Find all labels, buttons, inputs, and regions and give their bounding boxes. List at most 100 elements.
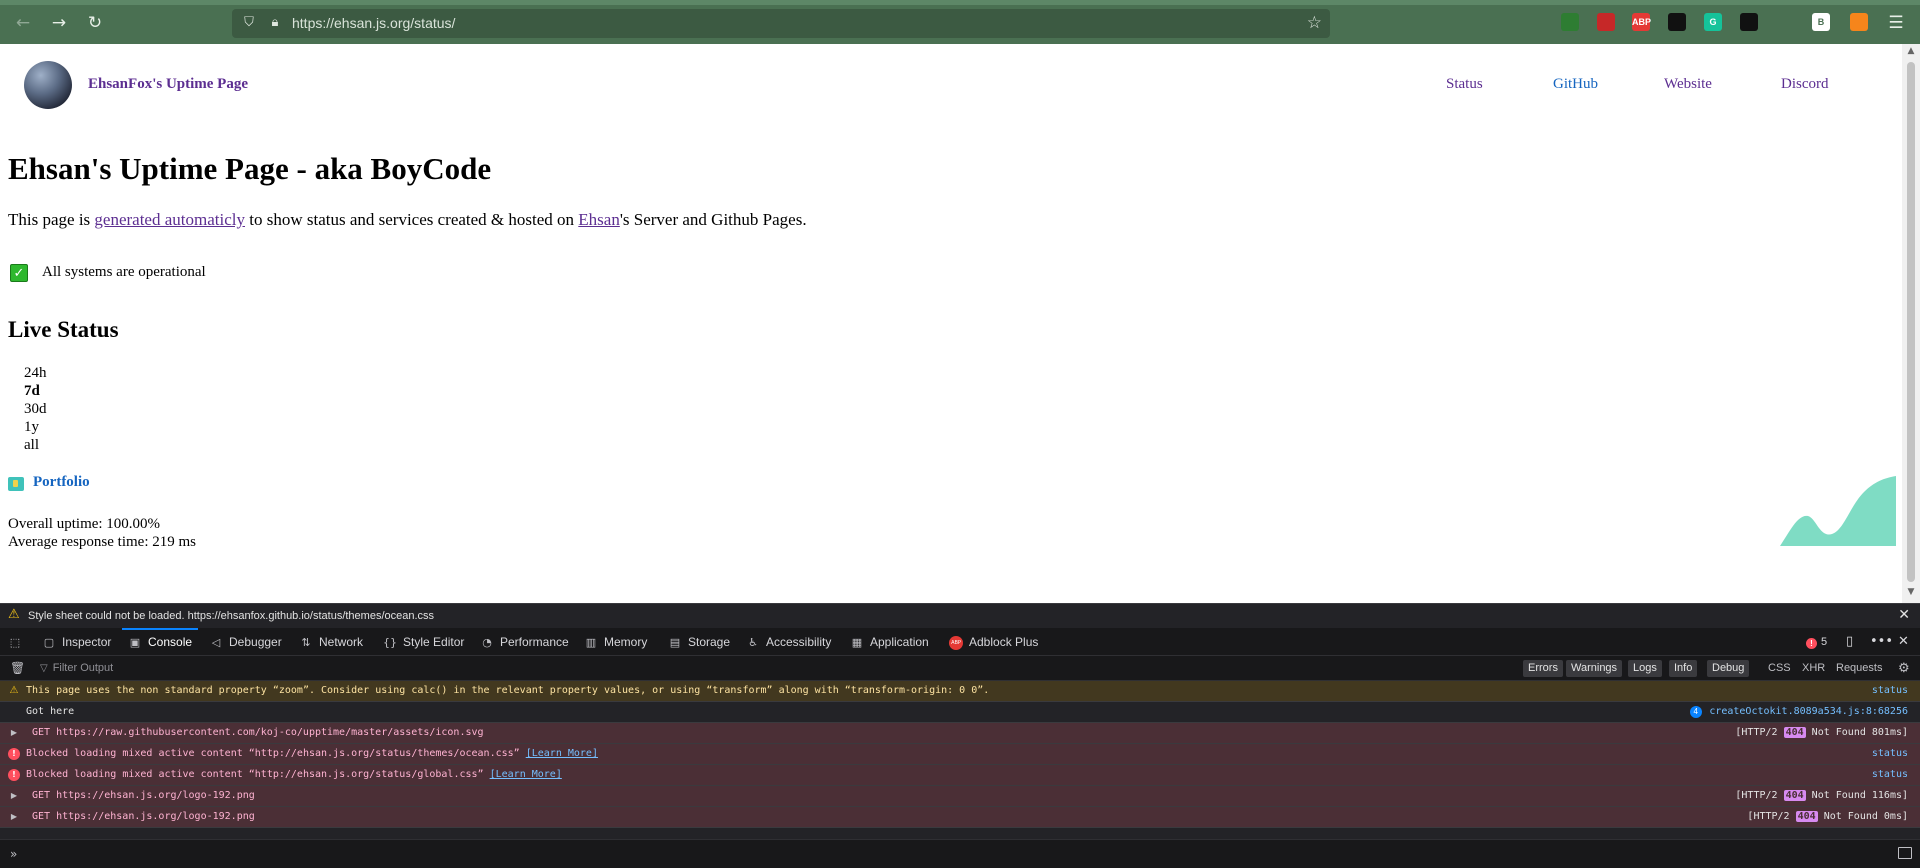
url-bar[interactable]: ⛉ 🔒︎ https://ehsan.js.org/status/ ☆ xyxy=(232,9,1330,38)
filter-input[interactable]: ▽ Filter Output xyxy=(40,660,1240,677)
range-option-24h[interactable]: 24h xyxy=(24,364,47,382)
level-toggle-info[interactable]: Info xyxy=(1669,660,1698,677)
notice-text: Style sheet could not be loaded. https:/… xyxy=(28,610,435,622)
generated-link[interactable]: generated automaticly xyxy=(94,210,245,229)
range-option-30d[interactable]: 30d xyxy=(24,400,47,418)
tab-debugger[interactable]: ◁ Debugger xyxy=(209,628,282,656)
expand-arrow-icon[interactable]: ▶ xyxy=(8,811,20,823)
page-scrollbar[interactable]: ▲ ▼ xyxy=(1902,44,1920,603)
close-icon[interactable]: ✕ xyxy=(1898,607,1910,623)
tab-accessibility[interactable]: ♿ Accessibility xyxy=(746,628,831,656)
range-option-7d[interactable]: 7d xyxy=(24,382,47,400)
lock-icon[interactable]: 🔒︎ xyxy=(266,14,284,32)
site-title[interactable]: EhsanFox's Uptime Page xyxy=(88,76,248,93)
filter-toggle-xhr[interactable]: XHR xyxy=(1802,660,1825,677)
tab-adblock-plus[interactable]: ABP Adblock Plus xyxy=(949,628,1038,656)
more-options-icon[interactable]: ••• xyxy=(1870,628,1893,656)
intro-text: to show status and services created & ho… xyxy=(244,210,579,229)
back-icon[interactable]: ← xyxy=(12,12,34,34)
nav-discord[interactable]: Discord xyxy=(1781,76,1829,93)
ext-9-extension-icon[interactable] xyxy=(1740,13,1758,31)
forward-icon[interactable]: → xyxy=(48,12,70,34)
ext-5-extension-icon[interactable] xyxy=(1597,13,1615,31)
ext-10-extension-icon[interactable] xyxy=(1776,13,1794,31)
nav-status[interactable]: Status xyxy=(1446,76,1483,93)
avatar[interactable] xyxy=(24,61,72,109)
tab-storage[interactable]: ▤ Storage xyxy=(668,628,730,656)
console-filter-bar: 🗑︎ ▽ Filter Output Errors Warnings Logs Info… xyxy=(0,656,1920,681)
error-icon: ! xyxy=(1806,638,1817,649)
scroll-down-icon[interactable]: ▼ xyxy=(1902,587,1920,601)
tab-memory[interactable]: ▥ Memory xyxy=(584,628,648,656)
adblock-plus-icon: ABP xyxy=(949,635,963,650)
error-icon: ! xyxy=(8,769,20,781)
ehsan-link[interactable]: Ehsan xyxy=(578,210,620,229)
scroll-thumb[interactable] xyxy=(1907,62,1915,582)
console-message[interactable]: ⚠ This page uses the non standard propert… xyxy=(0,681,1920,702)
tracking-shield-icon[interactable]: ⛉ xyxy=(240,14,258,32)
console-message[interactable]: ! Blocked loading mixed active content “h… xyxy=(0,765,1920,786)
console-message[interactable]: ▶ GET https://ehsan.js.org/logo-192.png [H… xyxy=(0,786,1920,807)
level-toggle-logs[interactable]: Logs xyxy=(1628,660,1662,677)
tab-console[interactable]: ▣ Console xyxy=(121,628,199,656)
debugger-icon: ◁ xyxy=(211,636,221,649)
style-editor-icon: {} xyxy=(383,636,397,649)
grammarly-extension-icon[interactable]: G xyxy=(1704,13,1722,31)
filter-toggle-css[interactable]: CSS xyxy=(1768,660,1791,677)
console-message[interactable]: ▶ GET https://ehsan.js.org/logo-192.png [H… xyxy=(0,807,1920,828)
ext-11-extension-icon[interactable]: B xyxy=(1812,13,1830,31)
url-text[interactable]: https://ehsan.js.org/status/ xyxy=(292,15,455,31)
message-source-link[interactable]: status xyxy=(1872,681,1908,701)
message-source-link[interactable]: status xyxy=(1872,744,1908,764)
message-source-link[interactable]: createOctokit.8089a534.js:8:68256 xyxy=(1709,702,1908,722)
reload-icon[interactable]: ↻ xyxy=(84,12,106,34)
level-toggle-warnings[interactable]: Warnings xyxy=(1566,660,1623,677)
ext-4-extension-icon[interactable] xyxy=(1561,13,1579,31)
element-picker-icon[interactable]: ⬚ xyxy=(8,628,28,656)
range-option-all[interactable]: all xyxy=(24,436,47,454)
hamburger-menu-icon[interactable]: ☰ xyxy=(1885,12,1907,34)
bookmark-star-icon[interactable]: ☆ xyxy=(1307,13,1322,33)
learn-more-link[interactable]: [Learn More] xyxy=(490,769,562,780)
sidebar-toggle-icon[interactable] xyxy=(1898,847,1912,859)
scroll-up-icon[interactable]: ▲ xyxy=(1902,46,1920,60)
console-message[interactable]: ! Blocked loading mixed active content “h… xyxy=(0,744,1920,765)
ext-2-extension-icon[interactable] xyxy=(1491,13,1509,31)
expand-arrow-icon[interactable]: ▶ xyxy=(8,727,20,739)
level-toggle-errors[interactable]: Errors xyxy=(1523,660,1563,677)
download-extension-icon[interactable] xyxy=(1668,13,1686,31)
portfolio-link[interactable]: Portfolio xyxy=(33,474,90,491)
metamask-extension-icon[interactable] xyxy=(1850,13,1868,31)
range-option-1y[interactable]: 1y xyxy=(24,418,47,436)
console-output: ⚠ This page uses the non standard propert… xyxy=(0,681,1920,839)
console-input[interactable]: » xyxy=(0,839,1920,868)
accessibility-icon: ♿ xyxy=(748,636,758,649)
message-text: Blocked loading mixed active content “ht… xyxy=(26,748,598,759)
console-message[interactable]: ▶ GET https://raw.githubusercontent.com/k… xyxy=(0,723,1920,744)
close-devtools-icon[interactable]: ✕ xyxy=(1898,628,1909,656)
message-text: Blocked loading mixed active content “ht… xyxy=(26,769,562,780)
filter-toggle-requests[interactable]: Requests xyxy=(1836,660,1882,677)
nav-website[interactable]: Website xyxy=(1664,76,1712,93)
responsive-design-icon[interactable]: ▯ xyxy=(1846,628,1853,656)
trash-icon[interactable]: 🗑︎ xyxy=(10,661,25,675)
console-message[interactable]: Got here 4 createOctokit.8089a534.js:8:682… xyxy=(0,702,1920,723)
expand-arrow-icon[interactable]: ▶ xyxy=(8,790,20,802)
tab-application[interactable]: ▦ Application xyxy=(850,628,929,656)
tab-inspector[interactable]: ▢ Inspector xyxy=(42,628,112,656)
level-toggle-debug[interactable]: Debug xyxy=(1707,660,1750,677)
message-source-link[interactable]: status xyxy=(1872,765,1908,785)
tab-network[interactable]: ⇅ Network xyxy=(299,628,363,656)
warning-icon: ⚠ xyxy=(8,607,20,622)
page-title: Ehsan's Uptime Page - aka BoyCode xyxy=(8,151,492,186)
adblock-plus-extension-icon[interactable]: ABP xyxy=(1632,13,1651,31)
console-settings-icon[interactable]: ⚙ xyxy=(1898,659,1910,676)
learn-more-link[interactable]: [Learn More] xyxy=(526,748,598,759)
error-count-badge[interactable]: ! 5 xyxy=(1806,628,1827,656)
nav-github[interactable]: GitHub xyxy=(1553,76,1598,93)
tab-performance[interactable]: ◔ Performance xyxy=(480,628,569,656)
tab-style-editor[interactable]: {} Style Editor xyxy=(383,628,464,656)
warning-icon: ⚠ xyxy=(9,685,19,696)
pocket-extension-icon[interactable] xyxy=(1456,13,1474,31)
ext-3-extension-icon[interactable] xyxy=(1526,13,1544,31)
